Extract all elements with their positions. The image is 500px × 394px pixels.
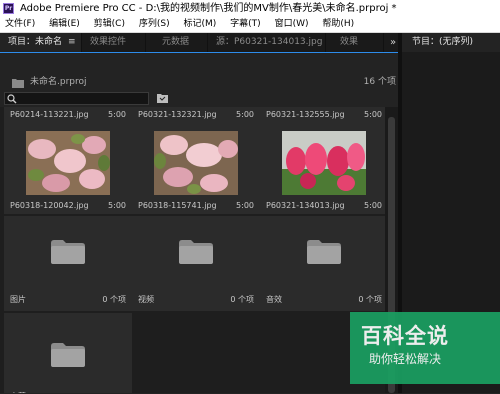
tab-source[interactable]: 源：P60321-134013.jpg — [208, 33, 326, 52]
media-item-duration: 5:00 — [364, 110, 382, 119]
tab-effect-controls-label: 效果控件 — [90, 37, 127, 47]
menu-edit[interactable]: 编辑(E) — [44, 17, 80, 32]
title-bar: Pr Adobe Premiere Pro CC - D:\我的视频制作\我们的… — [0, 0, 500, 17]
bin-item[interactable]: 音效 0 个项 — [260, 216, 385, 311]
media-item-name: P60318-115741.jpg — [138, 201, 217, 210]
tab-source-label: 源：P60321-134013.jpg — [216, 37, 323, 47]
project-file-name: 未命名.prproj — [30, 77, 87, 87]
menu-window[interactable]: 窗口(W) — [270, 17, 309, 32]
menu-title[interactable]: 字幕(T) — [225, 17, 261, 32]
media-item[interactable]: P60321-132321.jpg 5:00 — [132, 107, 260, 124]
tab-effects-label: 效果 — [340, 37, 359, 47]
media-item-name: P60321-134013.jpg — [266, 201, 345, 210]
menu-marker[interactable]: 标记(M) — [178, 17, 216, 32]
panel-tab-bar: 项目：未命名 ≡ 效果控件 元数据 源：P60321-134013.jpg 效果 … — [0, 33, 402, 52]
menu-sequence[interactable]: 序列(S) — [134, 17, 170, 32]
media-item-name: P60214-113221.jpg — [10, 110, 89, 119]
tab-metadata-label: 元数据 — [162, 37, 190, 47]
menu-file[interactable]: 文件(F) — [0, 17, 35, 32]
watermark-subtitle: 助你轻松解决 — [368, 352, 441, 366]
media-item-duration: 5:00 — [108, 110, 126, 119]
tab-effect-controls[interactable]: 效果控件 — [82, 33, 146, 52]
project-file-row: 未命名.prproj 16 个项 — [0, 74, 398, 91]
project-item-count: 16 个项 — [363, 77, 396, 87]
folder-icon — [307, 240, 341, 264]
panel-menu-icon[interactable]: ≡ — [68, 37, 76, 47]
bin-item[interactable]: 图片 0 个项 — [4, 216, 132, 311]
bin-item-count: 0 个项 — [102, 295, 126, 304]
menu-help[interactable]: 帮助(H) — [317, 17, 354, 32]
media-item[interactable]: P60321-132555.jpg 5:00 — [260, 107, 385, 124]
media-item[interactable]: P60318-115741.jpg 5:00 — [132, 124, 260, 214]
menu-bar: 文件(F) 编辑(E) 剪辑(C) 序列(S) 标记(M) 字幕(T) 窗口(W… — [0, 17, 500, 33]
media-item-duration: 5:00 — [236, 110, 254, 119]
tab-metadata[interactable]: 元数据 — [146, 33, 208, 52]
media-item-name: P60318-120042.jpg — [10, 201, 89, 210]
project-file-icon — [12, 79, 24, 88]
folder-icon — [51, 343, 85, 367]
menu-clip[interactable]: 剪辑(C) — [89, 17, 125, 32]
bin-item[interactable]: 视频 0 个项 — [132, 216, 260, 311]
tab-program-monitor[interactable]: 节目：(无序列) — [402, 33, 500, 52]
window-title: Adobe Premiere Pro CC - D:\我的视频制作\我们的MV制… — [20, 3, 397, 14]
media-item-name: P60321-132555.jpg — [266, 110, 345, 119]
bin-item-name: 音效 — [266, 295, 282, 304]
search-icon — [7, 94, 17, 104]
tab-project[interactable]: 项目：未命名 ≡ — [0, 33, 82, 52]
site-watermark: 百科全说 助你轻松解决 — [350, 312, 500, 384]
pink-blossom-photo — [26, 131, 110, 195]
media-item-duration: 5:00 — [108, 201, 126, 210]
bin-item-count: 0 个项 — [230, 295, 254, 304]
tab-project-label: 项目：未命名 — [8, 37, 63, 47]
tab-effects[interactable]: 效果 — [326, 33, 384, 52]
folder-icon — [51, 240, 85, 264]
premiere-pro-icon: Pr — [3, 3, 14, 14]
search-row — [0, 91, 398, 107]
media-item-duration: 5:00 — [364, 201, 382, 210]
pink-blossom-photo — [154, 131, 238, 195]
bin-item[interactable]: 字幕 — [4, 313, 132, 393]
media-item[interactable]: P60318-120042.jpg 5:00 — [4, 124, 132, 214]
search-input[interactable] — [4, 92, 149, 105]
project-icon-grid: P60214-113221.jpg 5:00 P60321-132321.jpg… — [0, 107, 385, 393]
watermark-title: 百科全说 — [361, 324, 449, 348]
new-bin-icon[interactable] — [157, 94, 168, 103]
bin-item-name: 视频 — [138, 295, 154, 304]
media-item[interactable]: P60321-134013.jpg 5:00 — [260, 124, 385, 214]
media-item-name: P60321-132321.jpg — [138, 110, 217, 119]
media-item-duration: 5:00 — [236, 201, 254, 210]
bin-item-count: 0 个项 — [358, 295, 382, 304]
folder-icon — [179, 240, 213, 264]
media-item[interactable]: P60214-113221.jpg 5:00 — [4, 107, 132, 124]
bin-item-name: 图片 — [10, 295, 26, 304]
red-flower-photo — [282, 131, 366, 195]
